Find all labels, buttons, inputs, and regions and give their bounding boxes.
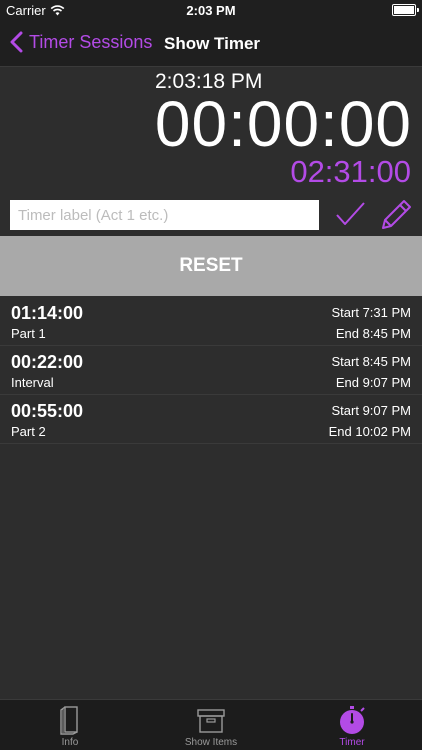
confirm-button[interactable]	[334, 198, 366, 230]
book-icon	[60, 706, 78, 735]
session-row[interactable]: 00:22:00 Interval Start 8:45 PM End 9:07…	[0, 346, 422, 395]
elapsed-timer[interactable]: 00:00:00	[155, 92, 412, 156]
status-bar: Carrier 2:03 PM	[0, 0, 422, 22]
tab-info-label: Info	[61, 737, 79, 748]
session-start: Start 7:31 PM	[331, 305, 411, 320]
pencil-icon	[382, 200, 411, 229]
tab-show-items-label: Show Items	[184, 737, 238, 748]
tab-timer-label: Timer	[339, 737, 365, 748]
battery-icon	[392, 4, 419, 16]
session-list: 01:14:00 Part 1 Start 7:31 PM End 8:45 P…	[0, 297, 422, 444]
session-end: End 9:07 PM	[335, 375, 411, 390]
session-start: Start 9:07 PM	[331, 403, 411, 418]
session-start: Start 8:45 PM	[331, 354, 411, 369]
box-icon	[197, 709, 225, 733]
session-duration: 01:14:00	[11, 303, 84, 323]
tab-timer[interactable]: Timer	[282, 700, 422, 750]
session-end: End 8:45 PM	[335, 326, 411, 341]
reset-button[interactable]: RESET	[0, 236, 422, 296]
target-time[interactable]: 02:31:00	[290, 156, 411, 187]
timer-label-input[interactable]	[10, 200, 319, 230]
session-duration: 00:22:00	[11, 352, 84, 372]
tab-bar: Info Show Items Timer	[0, 699, 422, 750]
page-title: Show Timer	[164, 34, 261, 53]
session-name: Interval	[11, 375, 54, 390]
stopwatch-icon	[340, 706, 365, 734]
session-row[interactable]: 00:55:00 Part 2 Start 9:07 PM End 10:02 …	[0, 395, 422, 444]
back-button[interactable]: Timer Sessions	[10, 31, 152, 53]
session-name: Part 2	[11, 424, 46, 439]
tab-info[interactable]: Info	[0, 700, 140, 750]
checkmark-icon	[336, 202, 365, 225]
screen: Carrier 2:03 PM Timer Sessions Show Time…	[0, 0, 422, 750]
nav-bar: Timer Sessions Show Timer	[0, 22, 422, 67]
session-duration: 00:55:00	[11, 401, 84, 421]
tab-show-items[interactable]: Show Items	[141, 700, 281, 750]
status-time: 2:03 PM	[186, 3, 236, 18]
status-right	[392, 4, 419, 16]
edit-button[interactable]	[380, 198, 412, 230]
session-row[interactable]: 01:14:00 Part 1 Start 7:31 PM End 8:45 P…	[0, 297, 422, 346]
session-name: Part 1	[11, 326, 46, 341]
chevron-left-icon	[10, 31, 23, 53]
session-end: End 10:02 PM	[328, 424, 411, 439]
back-button-label: Timer Sessions	[29, 31, 153, 52]
